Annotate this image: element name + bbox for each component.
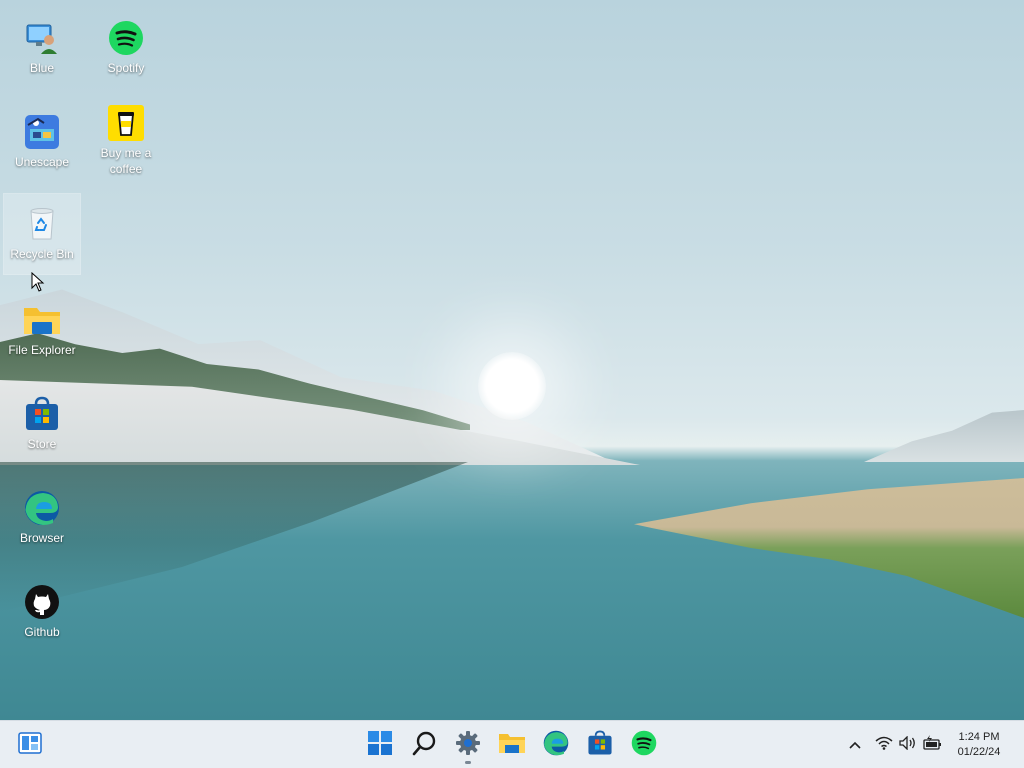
- edge-icon: [22, 488, 62, 528]
- desktop-icon-blue[interactable]: Blue: [0, 18, 84, 76]
- desktop-icon-label: Unescape: [14, 155, 70, 169]
- edge-icon: [543, 730, 569, 761]
- clock-time: 1:24 PM: [958, 731, 1000, 743]
- wallpaper-sun: [478, 352, 546, 420]
- taskbar-file-explorer[interactable]: [496, 729, 528, 761]
- unescape-icon: [22, 112, 62, 152]
- battery-button[interactable]: [921, 733, 943, 757]
- desktop-icon-label: Store: [27, 437, 57, 451]
- desktop-icon-label: Recycle Bin: [10, 247, 74, 261]
- windows-start-icon: [367, 730, 393, 761]
- user-monitor-icon: [22, 18, 62, 58]
- github-icon: [22, 582, 62, 622]
- taskbar-store[interactable]: [584, 729, 616, 761]
- tray-overflow-button[interactable]: [846, 733, 864, 757]
- desktop-icon-label: Spotify: [107, 61, 145, 75]
- mouse-cursor: [31, 271, 45, 297]
- folder-icon: [498, 731, 526, 760]
- coffee-cup-icon: [106, 103, 146, 143]
- desktop-icon-label: Browser: [19, 531, 64, 545]
- desktop-icon-label: Buy me a coffee: [100, 146, 152, 176]
- search-button[interactable]: [409, 729, 441, 761]
- search-icon: [412, 730, 438, 761]
- desktop-icon-label: Github: [24, 625, 60, 639]
- desktop-icon-spotify[interactable]: Spotify: [84, 18, 168, 76]
- desktop-icon-label: Blue: [29, 61, 55, 75]
- taskbar: 1:24 PM 01/22/24: [0, 720, 1024, 768]
- desktop-icon-browser[interactable]: Browser: [0, 488, 84, 546]
- widgets-button[interactable]: [14, 729, 46, 761]
- spotify-icon: [106, 18, 146, 58]
- folder-icon: [22, 300, 62, 340]
- start-button[interactable]: [364, 729, 396, 761]
- battery-icon: [922, 734, 942, 756]
- taskbar-edge[interactable]: [540, 729, 572, 761]
- gear-icon: [455, 730, 481, 761]
- widgets-icon: [18, 731, 42, 759]
- settings-button[interactable]: [452, 729, 484, 764]
- network-button[interactable]: [873, 733, 895, 757]
- desktop-icon-github[interactable]: Github: [0, 582, 84, 640]
- chevron-up-icon: [849, 736, 861, 754]
- desktop[interactable]: Blue Spotify Unescape Buy me a coffee Re…: [0, 0, 1024, 720]
- taskbar-clock[interactable]: 1:24 PM 01/22/24: [952, 730, 1006, 760]
- store-icon: [587, 730, 613, 761]
- speaker-icon: [899, 734, 917, 755]
- recycle-bin-icon: [22, 204, 62, 244]
- running-indicator: [465, 761, 471, 764]
- wallpaper-shore: [634, 478, 1024, 618]
- taskbar-spotify[interactable]: [628, 729, 660, 761]
- wallpaper-mountain-right: [864, 410, 1024, 462]
- desktop-icon-label: File Explorer: [8, 343, 76, 357]
- desktop-icon-file-explorer[interactable]: File Explorer: [0, 300, 84, 358]
- spotify-icon: [631, 730, 657, 761]
- wifi-icon: [875, 736, 893, 755]
- desktop-icon-recycle-bin[interactable]: Recycle Bin: [3, 193, 81, 275]
- desktop-icon-buy-me-a-coffee[interactable]: Buy me a coffee: [84, 103, 168, 177]
- desktop-icon-unescape[interactable]: Unescape: [0, 112, 84, 170]
- desktop-icon-store[interactable]: Store: [0, 394, 84, 452]
- store-icon: [22, 394, 62, 434]
- volume-button[interactable]: [897, 733, 919, 757]
- clock-date: 01/22/24: [957, 746, 1001, 758]
